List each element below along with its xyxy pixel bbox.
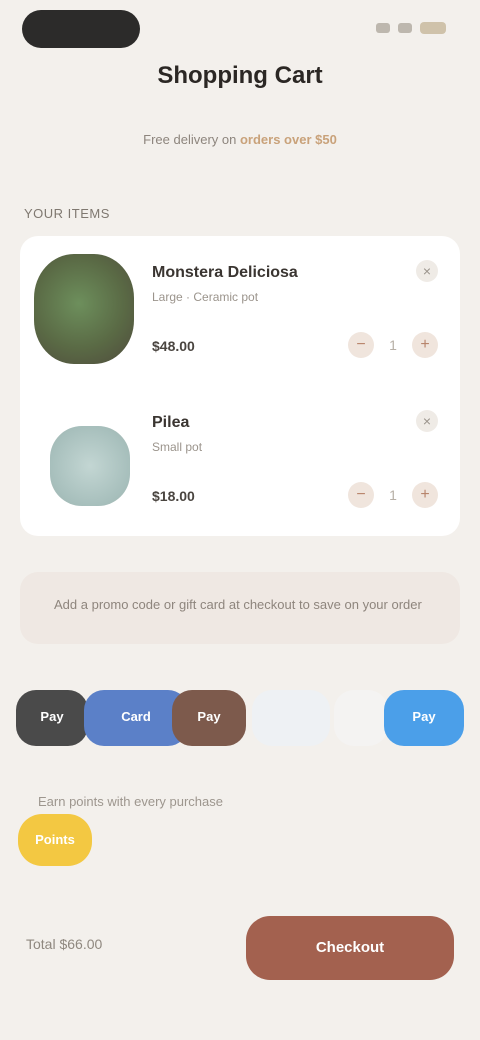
delivery-note-prefix: Free delivery on xyxy=(143,132,240,147)
decrease-quantity-button[interactable]: − xyxy=(348,482,374,508)
status-indicators xyxy=(376,22,446,34)
decrease-quantity-button[interactable]: − xyxy=(348,332,374,358)
wifi-icon xyxy=(398,23,412,33)
cart-item: Monstera Deliciosa Large · Ceramic pot $… xyxy=(20,236,460,386)
checkout-button[interactable]: Checkout xyxy=(246,916,454,980)
item-price: $48.00 xyxy=(152,338,195,354)
cart-item: Pilea Small pot $18.00 × − 1 + xyxy=(20,386,460,536)
cart-screen: Shopping Cart Free delivery on orders ov… xyxy=(0,0,480,1040)
item-desc: Small pot xyxy=(152,440,203,454)
increase-quantity-button[interactable]: + xyxy=(412,332,438,358)
cart-card: Monstera Deliciosa Large · Ceramic pot $… xyxy=(20,236,460,536)
status-pill xyxy=(22,10,140,48)
item-desc: Large · Ceramic pot xyxy=(152,290,259,304)
items-section-label: YOUR ITEMS xyxy=(24,206,110,221)
apple-pay-button[interactable]: Pay xyxy=(16,690,88,746)
quantity-value: 1 xyxy=(389,487,397,503)
quantity-value: 1 xyxy=(389,337,397,353)
promo-text: Add a promo code or gift card at checkou… xyxy=(54,597,422,612)
item-price: $18.00 xyxy=(152,488,195,504)
loyalty-badge[interactable]: Points xyxy=(18,814,92,866)
delivery-note-highlight: orders over $50 xyxy=(239,132,337,147)
plant-thumb-icon[interactable] xyxy=(34,254,134,364)
payment-option[interactable] xyxy=(334,690,388,746)
promo-banner[interactable]: Add a promo code or gift card at checkou… xyxy=(20,572,460,644)
item-name: Monstera Deliciosa xyxy=(152,264,298,281)
loyalty-text: Earn points with every purchase xyxy=(38,794,223,809)
payment-methods: Pay Card Pay Pay xyxy=(16,690,464,746)
item-name: Pilea xyxy=(152,414,190,431)
increase-quantity-button[interactable]: + xyxy=(412,482,438,508)
remove-item-button[interactable]: × xyxy=(416,260,438,282)
battery-icon xyxy=(420,22,446,34)
payment-label: Pay xyxy=(40,709,64,724)
wallet-payment-button[interactable]: Pay xyxy=(172,690,246,746)
total-label: Total $66.00 xyxy=(26,936,103,952)
payment-label: Pay xyxy=(197,709,221,724)
quantity-stepper: − 1 + xyxy=(348,482,438,508)
payment-label: Pay xyxy=(412,709,436,724)
payment-option[interactable] xyxy=(252,690,330,746)
remove-item-button[interactable]: × xyxy=(416,410,438,432)
page-title: Shopping Cart xyxy=(157,62,323,89)
quantity-stepper: − 1 + xyxy=(348,332,438,358)
delivery-note: Free delivery on orders over $50 xyxy=(0,132,480,147)
paypal-button[interactable]: Pay xyxy=(384,690,464,746)
signal-icon xyxy=(376,23,390,33)
plant-thumb-icon[interactable] xyxy=(50,426,130,506)
